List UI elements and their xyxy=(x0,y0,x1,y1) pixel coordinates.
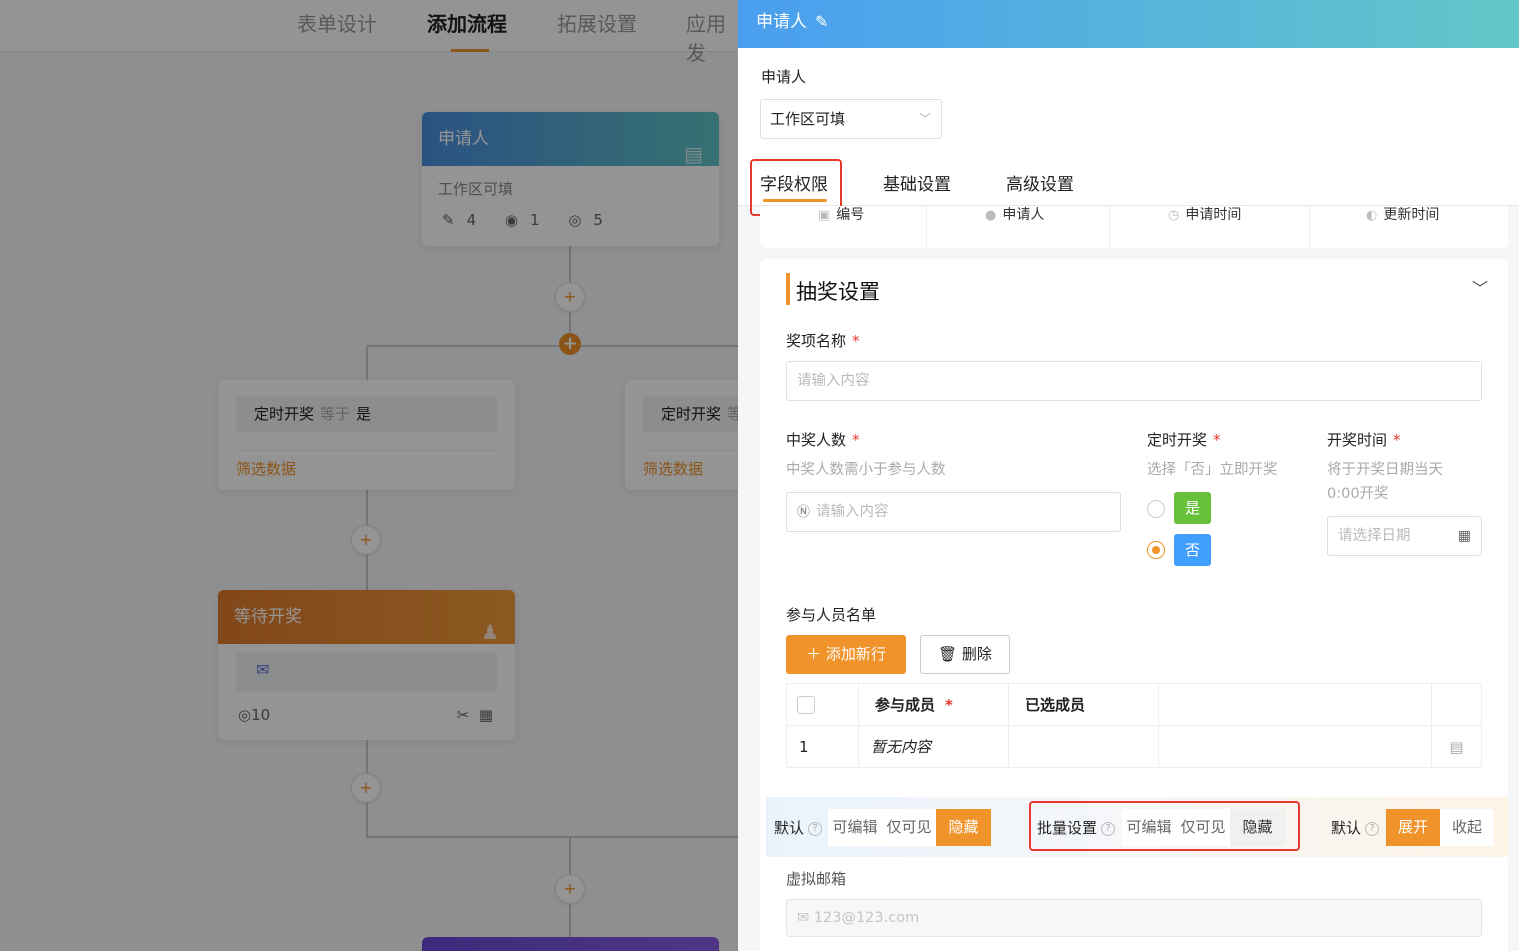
selected-header: 已选成员 xyxy=(1008,683,1159,726)
field-label: 申请时间 xyxy=(1185,207,1242,223)
number-icon: ▣ xyxy=(818,208,831,223)
placeholder: 123@123.com xyxy=(813,910,920,926)
chevron-down-icon: ﹀ xyxy=(918,112,931,126)
update-icon: ◐ xyxy=(1366,208,1378,223)
calendar-icon: ▦ xyxy=(1457,528,1471,544)
field-apply-time: ◷ 申请时间 xyxy=(1168,206,1241,248)
field-update-time: ◐ 更新时间 xyxy=(1366,206,1439,248)
divider xyxy=(926,206,927,248)
button-label: 删除 xyxy=(961,645,992,663)
participants-label: 参与人员名单 xyxy=(786,606,877,624)
add-row-button[interactable]: ＋ 添加新行 xyxy=(786,635,906,674)
draw-time-label: 开奖时间 * xyxy=(1327,429,1401,450)
field-number: ▣ 编号 xyxy=(818,206,864,248)
approver-select[interactable]: 工作区可填 ﹀ xyxy=(760,99,942,139)
drawer-top-section: 申请人 工作区可填 ﹀ 字段权限 基础设置 高级设置 xyxy=(738,48,1519,216)
approver-label: 申请人 xyxy=(761,68,807,86)
row-index: 1 xyxy=(786,725,859,768)
member-header: 参与成员 * xyxy=(858,683,1009,726)
drawer-header: 申请人 ✎ xyxy=(738,0,1519,48)
section-title: 抽奖设置 xyxy=(796,280,880,304)
mail-icon: ✉ xyxy=(797,910,810,926)
tab-advanced-settings[interactable]: 高级设置 xyxy=(1006,170,1074,195)
node-settings-drawer: 申请人 ✎ 申请人 工作区可填 ﹀ 字段权限 基础设置 高级设置 ▣ 编号 ● 申请人… xyxy=(738,0,1519,951)
field-label: 编号 xyxy=(836,207,865,223)
divider xyxy=(1109,206,1110,248)
label-text: 定时开奖 xyxy=(1147,431,1208,449)
label-text: 默认 xyxy=(774,819,805,837)
action-header xyxy=(1431,683,1482,726)
permission-settings-bar: 默认? 可编辑 仅可见 隐藏 批量设置? 可编辑 仅可见 隐藏 默认? 展开 收… xyxy=(766,797,1508,857)
default-expand-label: 默认? xyxy=(1331,817,1380,838)
participants-table: 参与成员 * 已选成员 1 暂无内容 ▤ xyxy=(786,683,1482,768)
winners-hint: 中奖人数需小于参与人数 xyxy=(786,462,946,478)
timed-draw-hint: 选择「否」立即开奖 xyxy=(1147,462,1278,478)
winners-input[interactable]: Ⓝ 请输入内容 xyxy=(786,492,1121,532)
placeholder: 请输入内容 xyxy=(797,373,870,389)
label-text: 奖项名称 xyxy=(786,332,847,350)
prize-name-input[interactable]: 请输入内容 xyxy=(786,361,1482,401)
button-label: 添加新行 xyxy=(825,645,886,663)
field-label: 更新时间 xyxy=(1383,207,1440,223)
highlight-box xyxy=(1029,801,1300,851)
expand-option[interactable]: 展开 xyxy=(1386,809,1440,846)
timed-draw-label: 定时开奖 * xyxy=(1147,429,1221,450)
member-cell[interactable]: 暂无内容 xyxy=(858,725,1009,768)
default-permission-label: 默认? xyxy=(774,817,823,838)
approver-select-value: 工作区可填 xyxy=(770,110,846,128)
modal-overlay[interactable] xyxy=(0,0,738,951)
field-header-row: ▣ 编号 ● 申请人 ◷ 申请时间 ◐ 更新时间 xyxy=(760,206,1508,248)
field-label: 申请人 xyxy=(1002,207,1045,223)
default-editable-option[interactable]: 可编辑 xyxy=(828,809,882,846)
default-visible-option[interactable]: 仅可见 xyxy=(882,809,936,846)
chevron-down-icon[interactable]: ﹀ xyxy=(1472,275,1488,299)
virtual-mailbox-label: 虚拟邮箱 xyxy=(786,870,847,888)
row-action-icon[interactable]: ▤ xyxy=(1431,725,1482,768)
number-input-icon: Ⓝ xyxy=(797,505,811,520)
spacer-cell xyxy=(1158,725,1432,768)
trash-icon: 🗑 xyxy=(938,645,958,663)
help-icon[interactable]: ? xyxy=(1365,821,1380,836)
tab-basic-settings[interactable]: 基础设置 xyxy=(883,170,951,195)
required-mark: * xyxy=(852,332,860,350)
placeholder: 请选择日期 xyxy=(1338,528,1411,544)
draw-time-hint-1: 将于开奖日期当天 xyxy=(1327,462,1443,478)
default-hidden-option[interactable]: 隐藏 xyxy=(936,809,991,846)
radio-yes[interactable] xyxy=(1147,500,1165,518)
user-icon: ● xyxy=(985,208,997,223)
table-row: 1 暂无内容 ▤ xyxy=(786,725,1482,768)
edit-icon[interactable]: ✎ xyxy=(815,12,828,31)
drawer-title: 申请人 xyxy=(756,12,807,32)
spacer-header xyxy=(1158,683,1432,726)
placeholder: 请输入内容 xyxy=(816,504,889,520)
prize-name-label: 奖项名称 * xyxy=(786,330,860,351)
help-icon[interactable]: ? xyxy=(808,821,823,836)
delete-button[interactable]: 🗑 删除 xyxy=(920,635,1010,674)
divider xyxy=(1309,206,1310,248)
draw-date-picker[interactable]: 请选择日期 ▦ xyxy=(1327,516,1482,556)
option-yes[interactable]: 是 xyxy=(1174,492,1211,524)
selected-cell xyxy=(1008,725,1159,768)
select-all-checkbox[interactable] xyxy=(797,695,815,714)
section-accent-bar xyxy=(786,273,790,305)
plus-icon: ＋ xyxy=(806,645,822,663)
select-all-cell xyxy=(786,683,859,726)
table-header-row: 参与成员 * 已选成员 xyxy=(786,683,1482,726)
field-applicant: ● 申请人 xyxy=(985,206,1044,248)
clock-icon: ◷ xyxy=(1168,208,1180,223)
required-mark: * xyxy=(852,431,860,449)
collapse-option[interactable]: 收起 xyxy=(1440,809,1494,846)
required-mark: * xyxy=(1213,431,1221,449)
header-text: 参与成员 xyxy=(875,696,936,714)
winners-label: 中奖人数 * xyxy=(786,429,860,450)
required-mark: * xyxy=(1393,431,1401,449)
option-no[interactable]: 否 xyxy=(1174,534,1211,566)
label-text: 中奖人数 xyxy=(786,431,847,449)
radio-no[interactable] xyxy=(1147,541,1165,559)
virtual-mailbox-input: ✉ 123@123.com xyxy=(786,899,1482,937)
label-text: 默认 xyxy=(1331,819,1362,837)
draw-time-hint-2: 0:00开奖 xyxy=(1327,486,1389,502)
label-text: 开奖时间 xyxy=(1327,431,1388,449)
required-mark: * xyxy=(945,696,953,714)
